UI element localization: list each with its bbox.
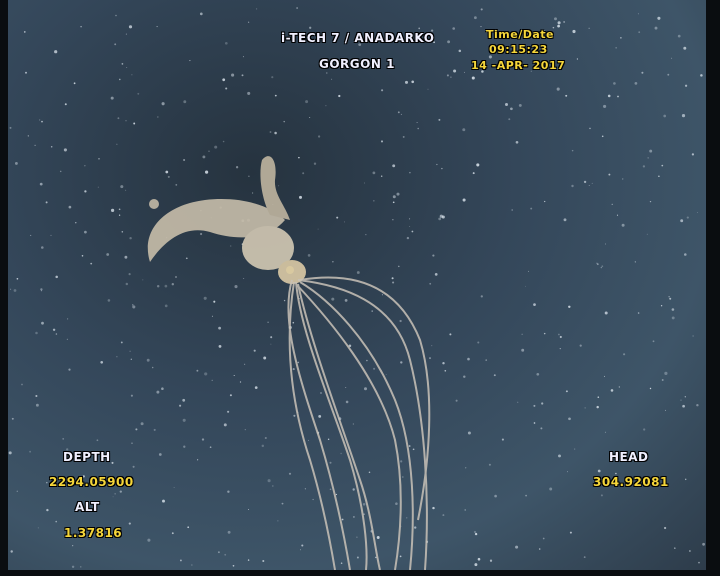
overlay-head-label: HEAD — [609, 450, 649, 464]
frame-border-left — [0, 0, 8, 576]
frame-border-bottom — [0, 570, 720, 576]
overlay-depth-label: DEPTH — [63, 450, 111, 464]
squid — [147, 156, 306, 284]
underwater-scene — [8, 7, 705, 571]
overlay-date-value: 14 -APR- 2017 — [471, 59, 566, 72]
rov-video-frame: i-TECH 7 / ANADARKO GORGON 1 Time/Date 0… — [0, 0, 720, 576]
overlay-depth-value: 2294.05900 — [49, 475, 134, 489]
overlay-header-site: GORGON 1 — [319, 57, 395, 71]
overlay-header-vessel: i-TECH 7 / ANADARKO — [281, 31, 435, 45]
overlay-time-value: 09:15:23 — [489, 43, 548, 56]
overlay-alt-value: 1.37816 — [64, 526, 123, 540]
overlay-time-label: Time/Date — [486, 28, 554, 41]
overlay-head-value: 304.92081 — [593, 475, 669, 489]
frame-border-right — [706, 0, 720, 576]
overlay-alt-label: ALT — [75, 500, 100, 514]
squid-tentacles — [287, 276, 431, 571]
